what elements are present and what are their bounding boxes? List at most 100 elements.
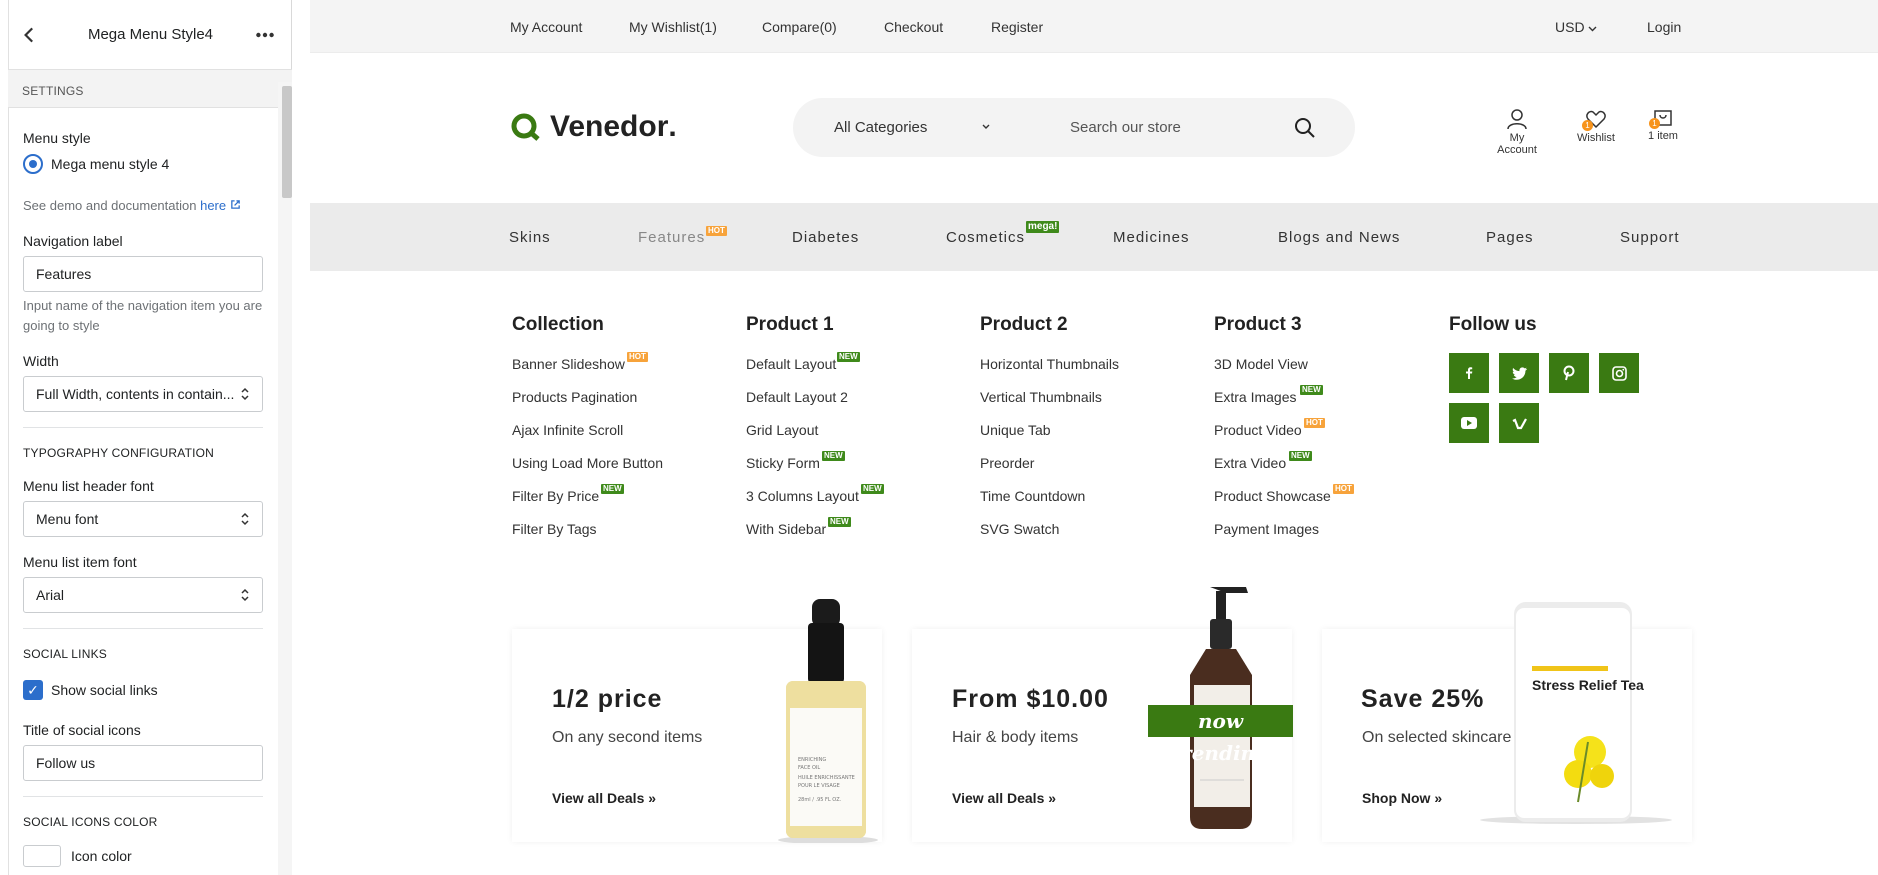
promo-subtitle: On any second items: [552, 729, 703, 746]
hot-badge: HOT: [627, 352, 648, 362]
account-button[interactable]: My Account: [1490, 108, 1544, 156]
promo-link[interactable]: Shop Now »: [1362, 790, 1442, 806]
menu-link[interactable]: With Sidebar: [746, 521, 826, 537]
new-badge: NEW: [1289, 451, 1312, 461]
checkout-link[interactable]: Checkout: [884, 19, 943, 35]
demo-link[interactable]: here: [200, 198, 226, 213]
nav-item-diabetes[interactable]: Diabetes: [792, 229, 859, 246]
item-font-select[interactable]: Arial: [23, 577, 263, 613]
serum-label-text: ENRICHING: [798, 757, 826, 763]
nav-item-cosmetics[interactable]: Cosmetics: [946, 229, 1025, 246]
youtube-icon[interactable]: [1449, 403, 1489, 443]
social-title-input[interactable]: Follow us: [23, 745, 263, 781]
menu-link[interactable]: Ajax Infinite Scroll: [512, 422, 623, 438]
hot-badge: HOT: [706, 226, 727, 236]
select-arrows-icon: [241, 588, 249, 602]
currency-select[interactable]: USD: [1555, 19, 1597, 35]
menu-link[interactable]: Products Pagination: [512, 389, 637, 405]
compare-link[interactable]: Compare(0): [762, 19, 837, 35]
serum-label-text: FACE OIL: [798, 765, 820, 771]
demo-help-text: See demo and documentation here: [23, 196, 263, 216]
promo-link[interactable]: View all Deals »: [552, 790, 656, 806]
wishlist-label: Wishlist: [1577, 132, 1615, 144]
follow-us-title: Follow us: [1449, 314, 1537, 335]
nav-item-skins[interactable]: Skins: [509, 229, 551, 246]
menu-link[interactable]: SVG Swatch: [980, 521, 1059, 537]
menu-link[interactable]: Grid Layout: [746, 422, 818, 438]
vimeo-icon[interactable]: [1499, 403, 1539, 443]
menu-style-radio[interactable]: [23, 154, 43, 174]
login-link[interactable]: Login: [1647, 19, 1681, 35]
logo-text: Venedor: [550, 110, 669, 143]
menu-link[interactable]: Vertical Thumbnails: [980, 389, 1102, 405]
header-font-select[interactable]: Menu font: [23, 501, 263, 537]
cart-count-badge: 1: [1649, 118, 1660, 129]
menu-link[interactable]: Filter By Price: [512, 488, 599, 504]
scrollbar[interactable]: [278, 82, 292, 875]
menu-style-option[interactable]: Mega menu style 4: [51, 156, 169, 172]
more-options-icon[interactable]: [254, 24, 276, 46]
category-select[interactable]: All Categories: [834, 119, 927, 136]
mega-badge: mega!: [1026, 221, 1060, 233]
show-social-checkbox[interactable]: ✓: [23, 680, 43, 700]
width-select[interactable]: Full Width, contents in contain...: [23, 376, 263, 412]
menu-link[interactable]: 3 Columns Layout: [746, 488, 859, 504]
serum-label-text: HUILE ENRICHISSANTE: [798, 775, 855, 781]
promo-link[interactable]: View all Deals »: [952, 790, 1056, 806]
header-font-label: Menu list header font: [23, 478, 154, 494]
register-link[interactable]: Register: [991, 19, 1043, 35]
serum-bottle-image: ENRICHING FACE OIL HUILE ENRICHISSANTE P…: [778, 599, 878, 843]
menu-link[interactable]: Preorder: [980, 455, 1034, 471]
nav-label-help: Input name of the navigation item you ar…: [23, 298, 263, 333]
external-link-icon[interactable]: [230, 199, 241, 210]
nav-item-blogs[interactable]: Blogs and News: [1278, 229, 1400, 246]
social-links-section-title: SOCIAL LINKS: [23, 647, 107, 661]
panel-body: Menu style Mega menu style 4 See demo an…: [8, 108, 274, 875]
scrollbar-thumb[interactable]: [282, 86, 292, 198]
social-icons-color-section-title: SOCIAL ICONS COLOR: [23, 815, 158, 829]
menu-link[interactable]: Extra Video: [1214, 455, 1286, 471]
search-input[interactable]: Search our store: [1070, 119, 1181, 136]
new-badge: NEW: [861, 484, 884, 494]
nav-item-pages[interactable]: Pages: [1486, 229, 1534, 246]
menu-link[interactable]: Product Video: [1214, 422, 1302, 438]
facebook-icon[interactable]: [1449, 353, 1489, 393]
twitter-icon[interactable]: [1499, 353, 1539, 393]
chevron-down-icon[interactable]: [980, 122, 992, 132]
menu-link[interactable]: Unique Tab: [980, 422, 1051, 438]
menu-link[interactable]: Default Layout 2: [746, 389, 848, 405]
nav-item-medicines[interactable]: Medicines: [1113, 229, 1190, 246]
menu-link[interactable]: Horizontal Thumbnails: [980, 356, 1119, 372]
pinterest-icon[interactable]: [1549, 353, 1589, 393]
menu-link[interactable]: Sticky Form: [746, 455, 820, 471]
nav-item-support[interactable]: Support: [1620, 229, 1680, 246]
menu-link[interactable]: Banner Slideshow: [512, 356, 625, 372]
new-badge: NEW: [601, 484, 624, 494]
item-font-label: Menu list item font: [23, 554, 137, 570]
menu-link[interactable]: Filter By Tags: [512, 521, 597, 537]
my-wishlist-link[interactable]: My Wishlist(1): [629, 19, 717, 35]
icon-color-swatch[interactable]: [23, 845, 61, 867]
nav-label-label: Navigation label: [23, 233, 123, 249]
column-title-collection: Collection: [512, 314, 604, 335]
nav-label-input[interactable]: Features: [23, 256, 263, 292]
my-account-link[interactable]: My Account: [510, 19, 582, 35]
instagram-icon[interactable]: [1599, 353, 1639, 393]
hot-badge: HOT: [1333, 484, 1354, 494]
nav-item-features[interactable]: Features: [638, 229, 705, 246]
menu-link[interactable]: Product Showcase: [1214, 488, 1331, 504]
header-font-value: Menu font: [36, 511, 99, 527]
menu-link[interactable]: Payment Images: [1214, 521, 1319, 537]
search-icon[interactable]: [1293, 116, 1317, 140]
promo-subtitle: Hair & body items: [952, 729, 1079, 746]
site-logo[interactable]: Venedor.: [510, 110, 677, 144]
show-social-label[interactable]: Show social links: [51, 682, 158, 698]
menu-link[interactable]: Using Load More Button: [512, 455, 663, 471]
menu-link[interactable]: 3D Model View: [1214, 356, 1308, 372]
menu-link[interactable]: Default Layout: [746, 356, 836, 372]
menu-link[interactable]: Time Countdown: [980, 488, 1085, 504]
tea-tin-image: Stress Relief Tea: [1480, 602, 1672, 824]
cart-label: 1 item: [1648, 130, 1678, 142]
menu-link[interactable]: Extra Images: [1214, 389, 1296, 405]
user-icon: [1507, 109, 1527, 130]
